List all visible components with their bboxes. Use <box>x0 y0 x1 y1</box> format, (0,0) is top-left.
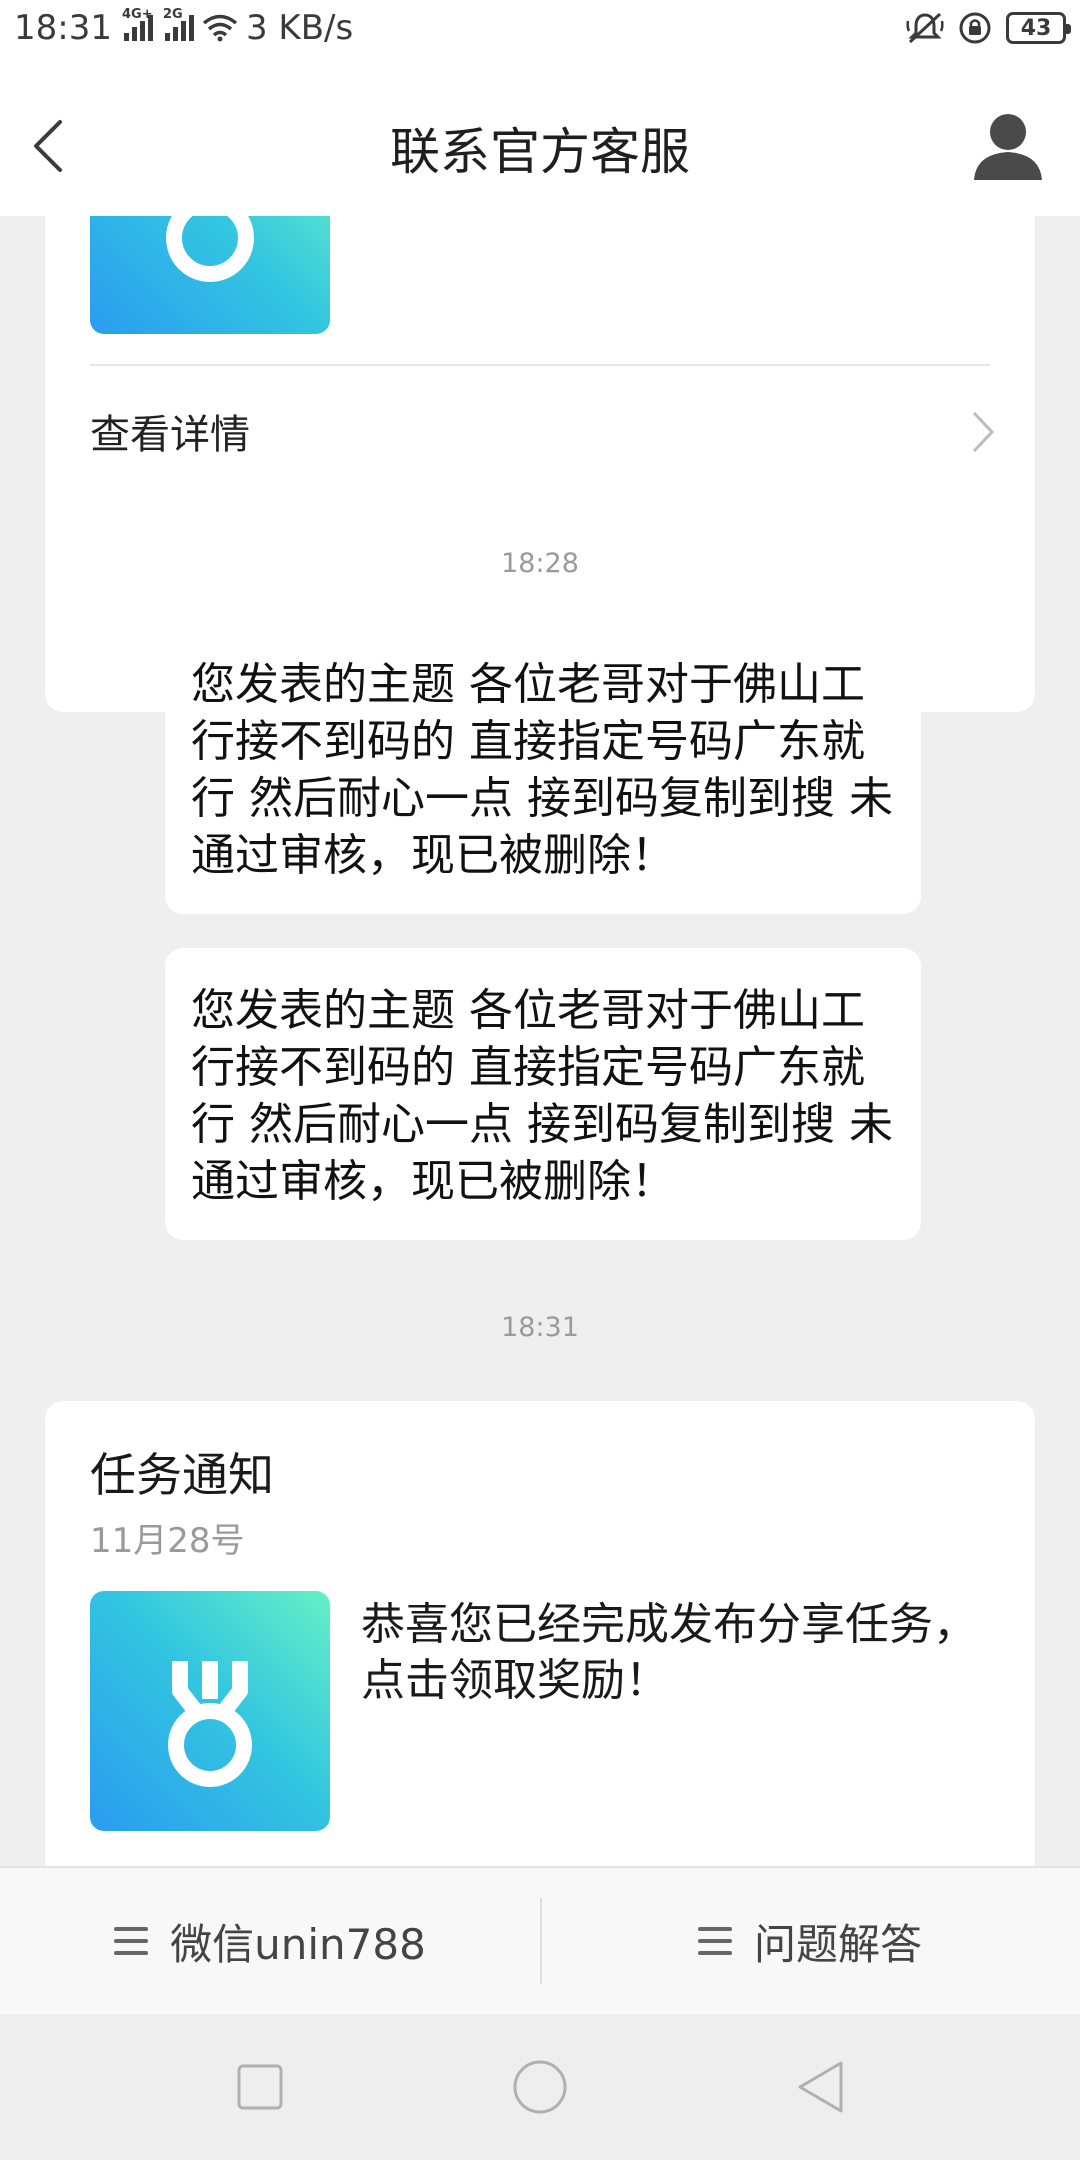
recent-apps-icon <box>237 2064 283 2110</box>
task-notification-card[interactable]: 任务通知 11月28号 恭喜您已经完成发布分享任务，点击领取奖励！ <box>45 1401 1035 1866</box>
message-list[interactable]: 查看详情 18:28 您发表的主题 各位老哥对于佛山工行接不到码的 直接指定号码… <box>0 216 1080 1866</box>
recent-apps-button[interactable] <box>215 2042 305 2132</box>
menu-icon <box>697 1927 732 1955</box>
screen: 18:31 4G+ 2G 3 KB/s 43 联系官方客服 查看详情 18:28… <box>0 0 1080 2160</box>
status-time: 18:31 <box>14 8 112 48</box>
message-bubble[interactable]: 您发表的主题 各位老哥对于佛山工行接不到码的 直接指定号码广东就行 然后耐心一点… <box>165 948 921 1240</box>
home-icon <box>513 2060 567 2114</box>
home-button[interactable] <box>495 2042 585 2132</box>
medal-thumbnail <box>90 1591 330 1831</box>
status-right: 43 <box>906 11 1071 45</box>
notice-date: 11月28号 <box>90 1521 245 1561</box>
network-type-2: 2G <box>162 7 183 22</box>
medal-icon <box>168 1661 252 1787</box>
faq-menu-button[interactable]: 问题解答 <box>540 1868 1080 2014</box>
menu-label: 问题解答 <box>753 1919 922 1969</box>
rotation-lock-icon <box>959 12 991 44</box>
battery-icon: 43 <box>1006 12 1071 44</box>
notice-text: 恭喜您已经完成发布分享任务，点击领取奖励！ <box>361 1599 977 1706</box>
menu-icon <box>114 1927 149 1955</box>
network-type-1: 4G+ <box>121 7 153 22</box>
status-bar: 18:31 4G+ 2G 3 KB/s 43 <box>0 0 1080 56</box>
wechat-menu-button[interactable]: 微信unin788 <box>0 1868 540 2014</box>
timestamp: 18:31 <box>501 1312 579 1343</box>
view-details-label: 查看详情 <box>90 412 250 458</box>
medal-icon <box>166 216 254 282</box>
signal-4g-icon: 4G+ <box>122 7 153 41</box>
menu-label: 微信unin788 <box>170 1919 426 1969</box>
signal-2g-icon: 2G <box>163 7 194 41</box>
network-speed: 3 KB/s <box>245 8 354 48</box>
header: 联系官方客服 <box>0 56 1080 216</box>
view-details-row[interactable]: 查看详情 <box>45 366 1035 496</box>
profile-icon[interactable] <box>970 108 1046 184</box>
status-left: 18:31 4G+ 2G 3 KB/s <box>14 7 354 48</box>
bottom-menu: 微信unin788 问题解答 <box>0 1866 1080 2014</box>
wifi-icon <box>202 14 238 42</box>
back-button[interactable] <box>775 2042 865 2132</box>
back-triangle-icon <box>798 2061 843 2113</box>
notice-title: 任务通知 <box>90 1448 274 1502</box>
page-title: 联系官方客服 <box>390 123 690 181</box>
system-nav-bar <box>0 2014 1080 2160</box>
timestamp: 18:28 <box>501 548 579 579</box>
medal-thumbnail <box>90 216 330 334</box>
message-bubble[interactable]: 您发表的主题 各位老哥对于佛山工行接不到码的 直接指定号码广东就行 然后耐心一点… <box>165 622 921 914</box>
mute-bell-icon <box>906 12 944 44</box>
chevron-right-icon <box>972 411 995 453</box>
